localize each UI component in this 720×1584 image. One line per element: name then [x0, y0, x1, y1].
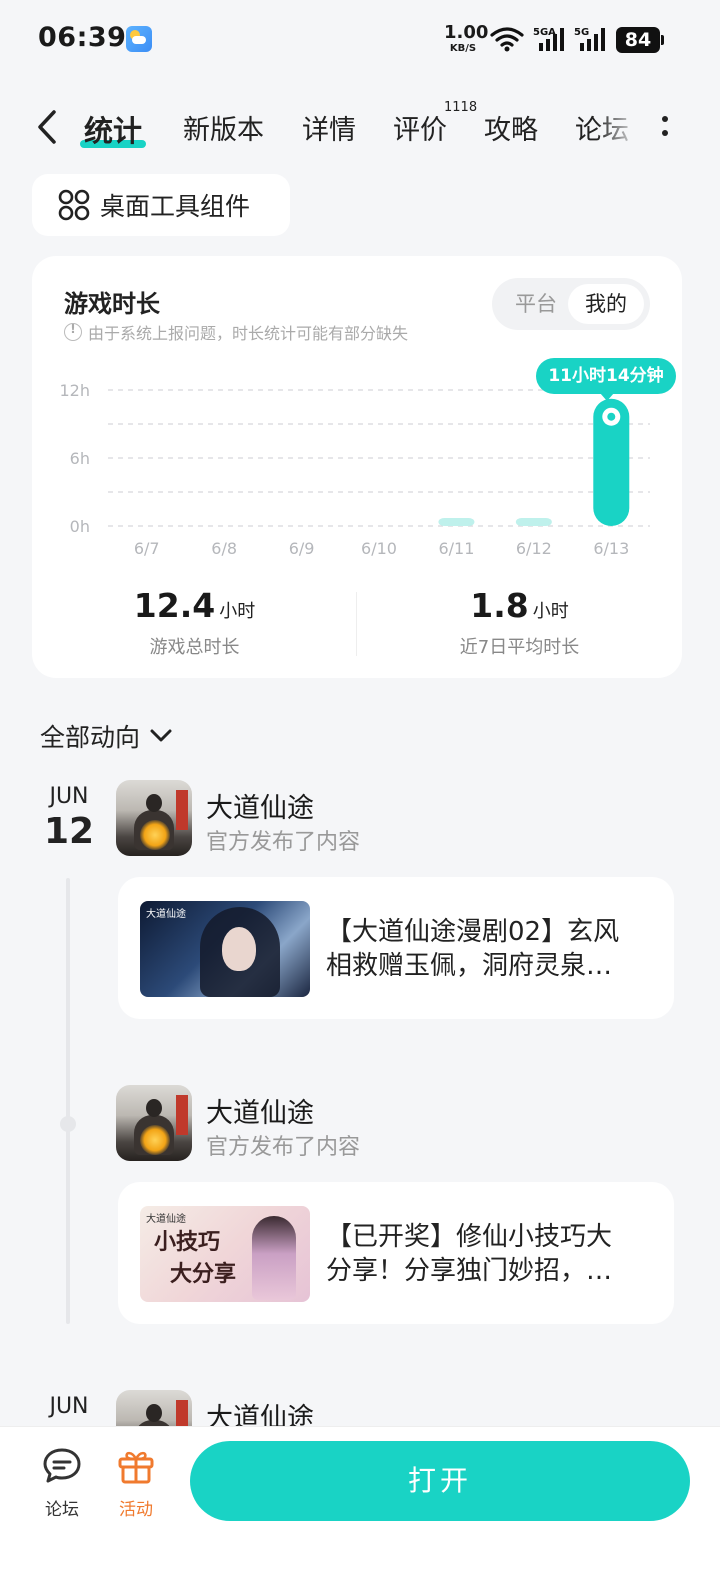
total-play-time: 12.4 小时 游戏总时长 [133, 586, 256, 658]
widget-label: 桌面工具组件 [100, 192, 251, 221]
activity-filter-dropdown[interactable]: 全部动向 [40, 718, 172, 754]
clock: 06:39 [38, 22, 127, 53]
x-tick-label: 6/10 [361, 539, 397, 558]
toggle-mine[interactable]: 我的 [568, 284, 644, 324]
y-tick-label: 0h [70, 517, 90, 536]
tab-stats[interactable]: 统计 [80, 108, 147, 150]
x-tick-label: 6/11 [438, 539, 474, 558]
wifi-icon [490, 27, 524, 52]
y-tick-label: 12h [60, 381, 91, 400]
network-speed: 1.00 KB/S [444, 22, 489, 54]
post-title: 【已开奖】修仙小技巧大 分享！分享独门妙招，… [326, 1222, 613, 1286]
tab-guides[interactable]: 攻略 [484, 108, 538, 147]
x-tick-label: 6/12 [516, 539, 552, 558]
bar-tooltip: 11小时14分钟 [536, 358, 676, 401]
back-arrow-icon[interactable] [30, 106, 66, 148]
svg-text:5GA: 5GA [533, 27, 556, 38]
desktop-widget-button[interactable]: 桌面工具组件 [32, 174, 290, 236]
play-time-card: 游戏时长 由于系统上报问题，时长统计可能有部分缺失 平台 我的 0h 6h 12h 6… [32, 256, 682, 678]
activity-button[interactable]: 活动 [106, 1447, 166, 1520]
battery-indicator: 84 [616, 27, 664, 53]
more-options-icon[interactable] [660, 112, 670, 142]
card-title: 游戏时长 [64, 290, 160, 318]
data-notice: 由于系统上报问题，时长统计可能有部分缺失 [64, 320, 408, 344]
author-name: 大道仙途 [206, 1098, 314, 1129]
bottom-action-bar: 论坛 活动 打开 [0, 1426, 720, 1584]
source-toggle: 平台 我的 [492, 278, 650, 330]
post-title: 【大道仙途漫剧02】玄风 相救赠玉佩，洞府灵泉… [326, 917, 620, 981]
date-marker: JUN [49, 1394, 89, 1419]
toggle-platform[interactable]: 平台 [498, 284, 574, 324]
post-thumbnail: 大道仙途 小技巧 大分享 [140, 1206, 310, 1302]
x-tick-label: 6/7 [134, 539, 160, 558]
tab-reviews[interactable]: 评价 [393, 108, 447, 147]
date-marker: JUN 12 [43, 784, 95, 852]
chart-bar[interactable] [438, 518, 475, 526]
average-play-time: 1.8 小时 近7日平均时长 [459, 586, 580, 658]
chevron-down-icon [150, 729, 172, 742]
gift-icon [118, 1451, 154, 1484]
timeline-dot [60, 1116, 76, 1132]
author-name: 大道仙途 [206, 793, 314, 824]
x-tick-label: 6/8 [211, 539, 237, 558]
y-tick-label: 6h [70, 449, 90, 468]
tab-details[interactable]: 详情 [302, 108, 356, 147]
game-avatar [116, 1085, 192, 1161]
status-bar: 06:39 1.00 KB/S 5GA 5G 84 [0, 0, 720, 80]
signal-5g-icon: 5G [574, 27, 605, 51]
info-icon [64, 322, 82, 341]
reviews-count-badge: 1118 [444, 100, 478, 115]
tab-forum[interactable]: 论坛 [575, 108, 629, 147]
post-action: 官方发布了内容 [206, 1135, 361, 1160]
tab-bar: 统计 新版本 详情 评价 1118 攻略 论坛 [0, 96, 720, 160]
post-card[interactable]: 大道仙途 【大道仙途漫剧02】玄风 相救赠玉佩，洞府灵泉… [118, 877, 674, 1019]
open-game-button[interactable]: 打开 [190, 1441, 690, 1521]
widget-grid-icon [58, 189, 90, 221]
post-thumbnail: 大道仙途 [140, 901, 310, 997]
weather-icon [126, 26, 152, 52]
timeline-line [66, 878, 70, 1324]
signal-5ga-icon: 5GA [533, 27, 564, 51]
x-tick-label: 6/13 [593, 539, 629, 558]
svg-text:5G: 5G [574, 27, 589, 38]
tab-new-version[interactable]: 新版本 [183, 108, 264, 147]
post-action: 官方发布了内容 [206, 830, 361, 855]
x-tick-label: 6/9 [289, 539, 315, 558]
game-avatar [116, 780, 192, 856]
chart-bar[interactable] [515, 518, 552, 526]
post-card[interactable]: 大道仙途 小技巧 大分享 【已开奖】修仙小技巧大 分享！分享独门妙招，… [118, 1182, 674, 1324]
forum-chat-icon [43, 1448, 81, 1483]
forum-button[interactable]: 论坛 [32, 1447, 92, 1520]
selected-bar-marker-center [607, 412, 616, 421]
